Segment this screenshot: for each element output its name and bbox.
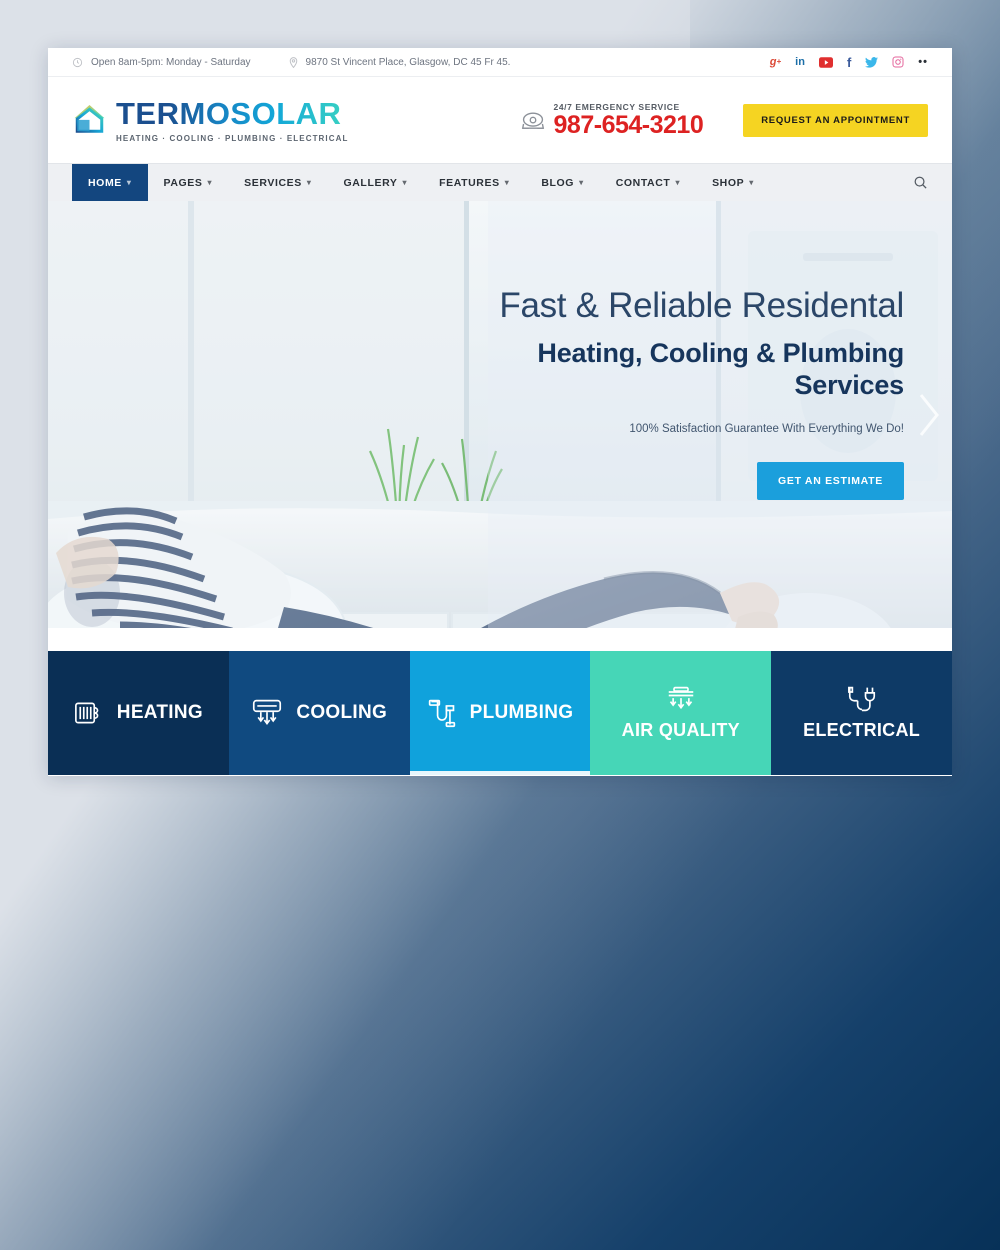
service-tile-heating[interactable]: HEATING bbox=[48, 651, 229, 775]
linkedin-icon[interactable]: in bbox=[795, 56, 805, 68]
nav-items: HOME ▾ PAGES ▾ SERVICES ▾ GALLERY ▾ FEAT… bbox=[72, 163, 770, 202]
chevron-right-icon[interactable] bbox=[916, 392, 942, 438]
more-icon[interactable]: •• bbox=[918, 56, 928, 68]
nav-item-home[interactable]: HOME ▾ bbox=[72, 163, 148, 202]
nav-item-blog[interactable]: BLOG ▾ bbox=[525, 164, 599, 202]
service-label-heating: HEATING bbox=[116, 702, 203, 723]
chevron-down-icon: ▾ bbox=[504, 178, 510, 187]
hero-bottom-gap bbox=[48, 628, 952, 651]
air-vent-icon bbox=[665, 685, 697, 713]
telephone-icon bbox=[521, 110, 545, 131]
nav-label-blog: BLOG bbox=[541, 176, 575, 189]
hero-text-block: Fast & Reliable Residental Heating, Cool… bbox=[474, 286, 904, 501]
clock-icon bbox=[72, 57, 83, 68]
emergency-phone[interactable]: 24/7 EMERGENCY SERVICE 987-654-3210 bbox=[521, 102, 704, 138]
hero-title-light: Fast & Reliable Residental bbox=[499, 286, 904, 325]
service-label-cooling: COOLING bbox=[296, 702, 388, 723]
business-hours: Open 8am-5pm: Monday - Saturday bbox=[72, 57, 251, 68]
phone-number: 987-654-3210 bbox=[553, 111, 704, 139]
nav-label-pages: PAGES bbox=[163, 176, 203, 189]
chevron-down-icon: ▾ bbox=[749, 178, 754, 187]
nav-label-shop: SHOP bbox=[712, 176, 745, 189]
website-page: Open 8am-5pm: Monday - Saturday 9870 St … bbox=[48, 48, 952, 776]
service-tile-plumbing[interactable]: PLUMBING bbox=[409, 651, 591, 775]
googleplus-icon[interactable]: g + bbox=[770, 56, 781, 68]
service-label-air-quality: AIR QUALITY bbox=[621, 720, 740, 740]
service-tile-cooling[interactable]: COOLING bbox=[228, 651, 410, 775]
site-header: TERMOSOLAR HEATING · COOLING · PLUMBING … bbox=[48, 77, 952, 163]
service-label-plumbing: PLUMBING bbox=[469, 702, 574, 723]
nav-item-shop[interactable]: SHOP ▾ bbox=[696, 164, 770, 202]
nav-item-gallery[interactable]: GALLERY ▾ bbox=[327, 164, 423, 202]
nav-label-contact: CONTACT bbox=[615, 176, 671, 189]
business-address: 9870 St Vincent Place, Glasgow, DC 45 Fr… bbox=[289, 56, 511, 68]
nav-label-gallery: GALLERY bbox=[343, 176, 398, 189]
pipe-icon bbox=[427, 698, 457, 728]
hero-slider: Fast & Reliable Residental Heating, Cool… bbox=[48, 201, 952, 628]
chevron-down-icon: ▾ bbox=[402, 178, 408, 187]
get-an-estimate-button[interactable]: GET AN ESTIMATE bbox=[757, 462, 904, 501]
chevron-down-icon: ▾ bbox=[306, 178, 312, 187]
service-tile-electrical[interactable]: ELECTRICAL bbox=[771, 651, 952, 775]
hero-title-bold: Heating, Cooling & Plumbing Services bbox=[537, 337, 904, 400]
chevron-down-icon: ▾ bbox=[675, 178, 681, 187]
location-pin-icon bbox=[289, 56, 298, 68]
service-tiles: HEATING COOLING PLUMBING AIR QUALITY ELE… bbox=[48, 651, 952, 775]
business-address-text: 9870 St Vincent Place, Glasgow, DC 45 Fr… bbox=[305, 56, 511, 68]
chevron-down-icon: ▾ bbox=[579, 178, 584, 187]
hero-subtitle: 100% Satisfaction Guarantee With Everyth… bbox=[629, 423, 904, 436]
twitter-icon[interactable] bbox=[865, 56, 879, 68]
house-logo-icon bbox=[72, 101, 107, 137]
nav-item-features[interactable]: FEATURES ▾ bbox=[423, 164, 525, 202]
logo-tagline: HEATING · COOLING · PLUMBING · ELECTRICA… bbox=[116, 133, 349, 143]
logo-wordmark: TERMOSOLAR bbox=[116, 98, 349, 129]
site-logo[interactable]: TERMOSOLAR HEATING · COOLING · PLUMBING … bbox=[72, 98, 349, 143]
instagram-icon[interactable] bbox=[892, 56, 904, 68]
business-hours-text: Open 8am-5pm: Monday - Saturday bbox=[91, 56, 251, 68]
nav-item-pages[interactable]: PAGES ▾ bbox=[148, 164, 229, 202]
nav-item-services[interactable]: SERVICES ▾ bbox=[228, 164, 327, 202]
search-icon[interactable] bbox=[913, 175, 928, 190]
top-info-bar: Open 8am-5pm: Monday - Saturday 9870 St … bbox=[48, 48, 952, 77]
radiator-icon bbox=[74, 699, 104, 727]
nav-label-services: SERVICES bbox=[244, 176, 302, 189]
active-tile-underline bbox=[409, 771, 591, 775]
ac-unit-icon bbox=[251, 698, 283, 728]
nav-item-contact[interactable]: CONTACT ▾ bbox=[600, 164, 696, 202]
youtube-icon[interactable] bbox=[818, 56, 833, 68]
chevron-down-icon: ▾ bbox=[126, 178, 132, 187]
nav-label-features: FEATURES bbox=[439, 176, 500, 189]
service-tile-air-quality[interactable]: AIR QUALITY bbox=[590, 651, 772, 775]
nav-label-home: HOME bbox=[88, 176, 122, 189]
service-label-electrical: ELECTRICAL bbox=[803, 720, 921, 740]
request-appointment-button[interactable]: REQUEST AN APPOINTMENT bbox=[743, 103, 928, 137]
main-navigation: HOME ▾ PAGES ▾ SERVICES ▾ GALLERY ▾ FEAT… bbox=[48, 163, 952, 202]
facebook-icon[interactable]: f bbox=[847, 56, 851, 69]
plug-icon bbox=[846, 685, 878, 713]
chevron-down-icon: ▾ bbox=[207, 178, 213, 187]
social-links: g + in f •• bbox=[770, 56, 928, 69]
